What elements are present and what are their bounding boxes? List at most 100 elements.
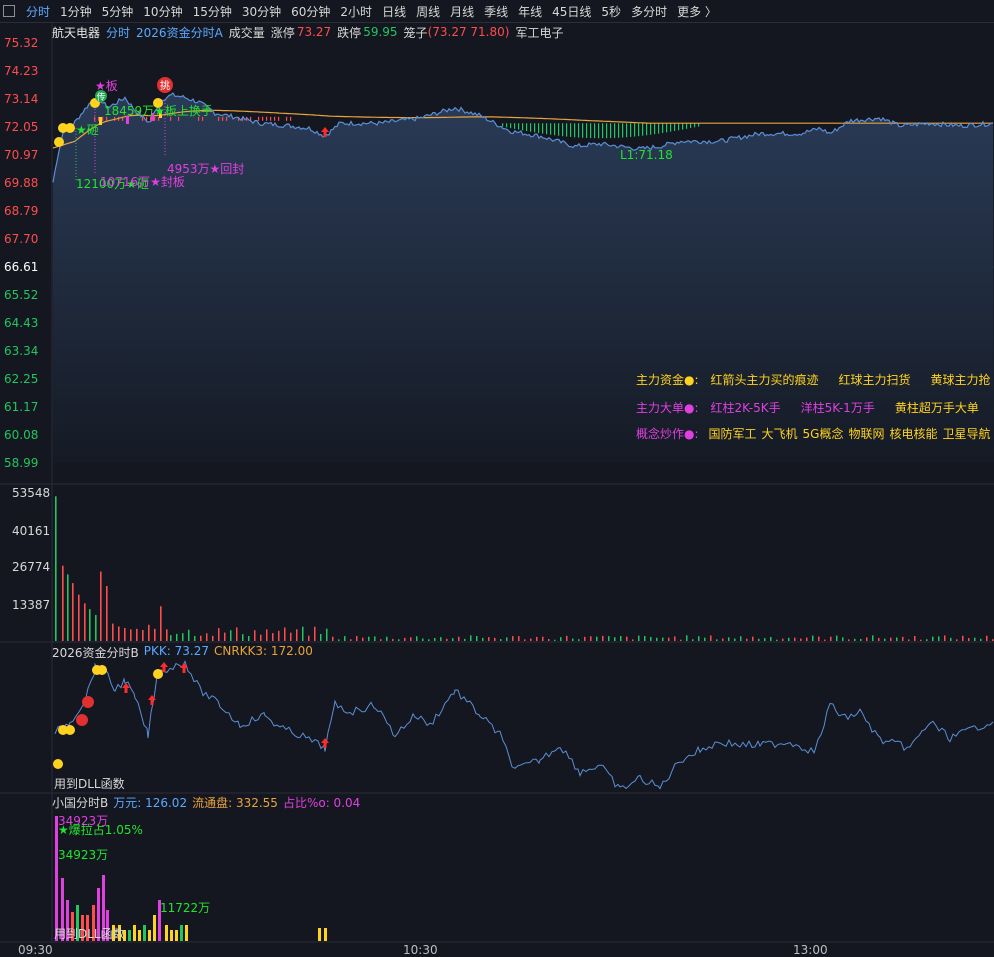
volume-bar [308,635,310,641]
fund-bar-green [598,123,600,139]
volume-bar [542,636,544,641]
board-star-label: ★板 [95,79,118,93]
break-star-label: ★砸 [76,123,99,137]
volume-bar [632,639,634,641]
volume-bar [320,633,322,641]
panel-c-bar [138,930,141,941]
volume-bar [84,603,86,641]
volume-bar [506,637,508,641]
legend-concept-item[interactable]: 物联网 [848,425,884,442]
volume-bar [136,628,138,641]
volume-bar [986,635,988,641]
volume-bar [95,614,97,641]
legend-concept-item[interactable]: 国防军工 [709,425,757,442]
volume-bar [494,637,496,641]
volume-bar [548,638,550,641]
volume-bar [908,639,910,641]
volume-bar [962,635,964,641]
volume-bar [536,636,538,641]
fund-bar-red [226,116,228,121]
volume-bar [72,583,74,641]
volume-bar [950,637,952,641]
volume-bar [812,635,814,641]
volume-bar [302,626,304,641]
panel-b-footer: 用到DLL函数 [54,777,125,791]
volume-bar [614,637,616,641]
volume-bar [968,638,970,641]
volume-bar [470,635,472,641]
fund-bar-green [578,123,580,138]
fund-bar-green [606,123,608,139]
volume-bar [752,636,754,641]
panel-b-lines [54,660,994,790]
fund-bar-red [270,116,272,121]
legend-fund-title: 主力资金●: [636,373,699,387]
volume-bar [242,634,244,641]
volume-bar [100,571,102,641]
volume-bar [194,635,196,641]
legend-order-item: 黄柱超万手大单 [894,401,979,415]
panel-b-title[interactable]: 2026资金分时B [52,644,139,661]
volume-bar [860,638,862,641]
panel-b-cnrkk: CNRKK3: 172.00 [213,644,313,658]
volume-bar [566,635,568,641]
volume-bar [896,637,898,641]
panel-c-third-value: 11722万 [160,901,211,915]
volume-bar [200,635,202,641]
fund-bar-green [522,123,524,131]
volume-bar [734,638,736,641]
panel-c-bar [170,930,173,941]
volume-bar [182,633,184,641]
fund-bar-green [506,123,508,128]
volume-bar [758,638,760,641]
fund-bar-green [646,123,648,136]
panel-c-header: 小国分时B 万元: 126.02 流通盘: 332.55 占比%o: 0.04 [52,794,365,811]
reseal-label: 4953万★回封 [167,162,245,176]
legend-concept-item[interactable]: 大飞机 [762,425,798,442]
volume-bar [392,638,394,641]
volume-bar [290,632,292,641]
volume-bar [380,639,382,641]
volume-bar [368,636,370,641]
volume-bar [154,628,156,641]
volume-bar [578,639,580,641]
volume-bar [212,635,214,641]
legend-concept-item[interactable]: 核电核能 [890,425,938,442]
volume-bar [398,639,400,641]
red-arrow-icon [321,738,329,748]
volume-bar [236,627,238,641]
fund-bar-green [510,123,512,129]
volume-bar [464,638,466,641]
fund-bar-green [558,123,560,136]
legend-fund-item: 红球主力扫货 [838,373,911,387]
legend-concept-item[interactable]: 5G概念 [803,425,844,442]
fund-bar-red [262,116,264,121]
volume-bar [362,637,364,641]
fund-bar-red [266,116,268,121]
intraday-chart[interactable]: 传挑 [0,0,994,957]
fund-bar-green [530,123,532,132]
volume-bar [836,635,838,641]
fund-bar-green [630,123,632,137]
fund-bar-green [526,123,528,132]
yellow-ball-icon [153,669,163,679]
legend-concept-item[interactable]: 卫星导航 [943,425,991,442]
volume-bars [55,496,994,641]
panel-c-float: 流通盘: 332.55 [192,796,278,810]
fund-bar-green [618,123,620,138]
red-ball-icon [82,696,94,708]
fund-bar-green [614,123,616,138]
volume-bar [974,637,976,641]
volume-bar [740,636,742,641]
legend-order-title: 主力大单●: [636,401,699,415]
volume-bar [824,639,826,641]
panel-c-title[interactable]: 小国分时B [52,794,108,811]
volume-bar [434,637,436,641]
volume-bar [148,624,150,641]
volume-bar [248,635,250,641]
volume-bar [440,637,442,641]
volume-bar [206,633,208,641]
fund-bar-green [566,123,568,137]
fund-bar-green [542,123,544,134]
yellow-ball-icon [53,759,63,769]
